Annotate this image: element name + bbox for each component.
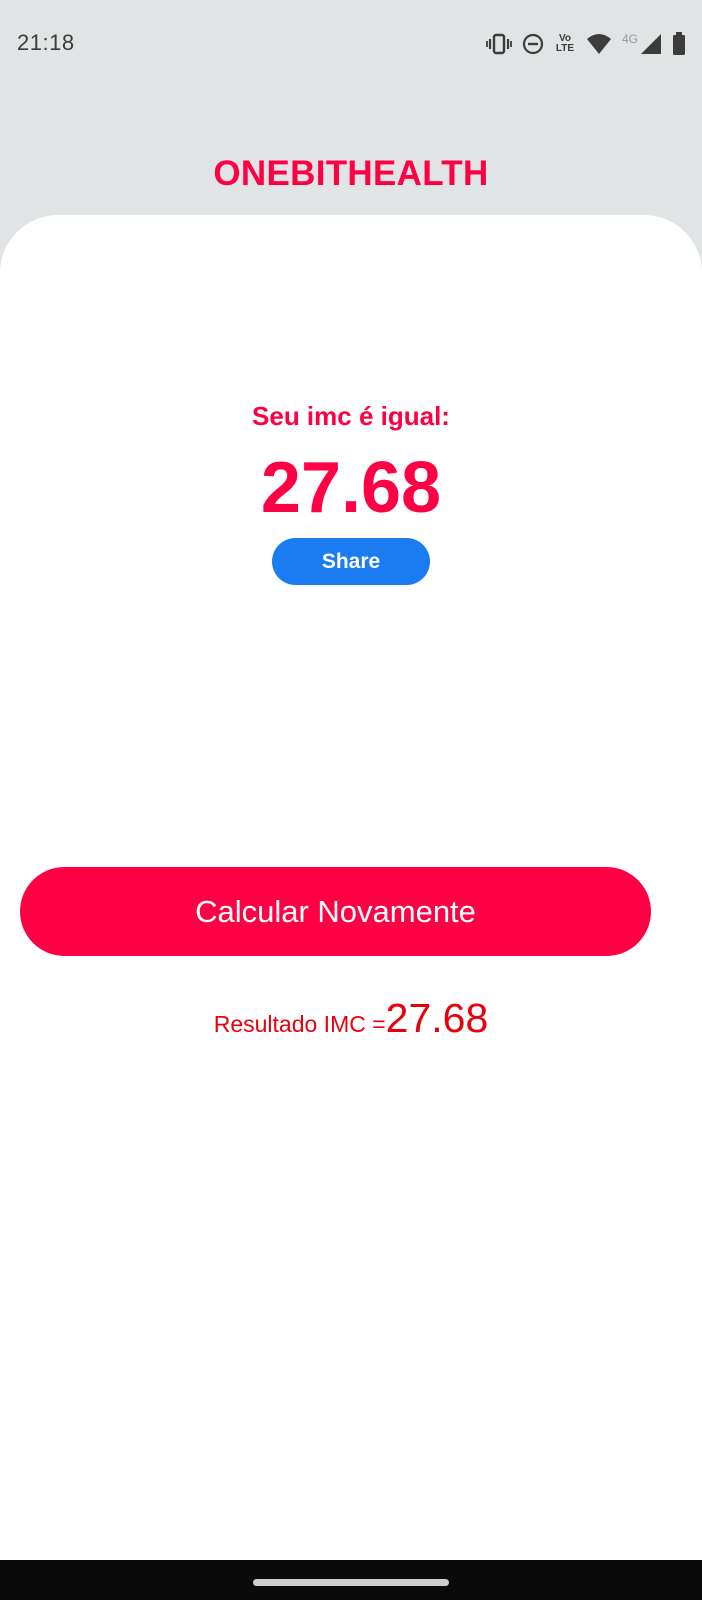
app-screen: 21:18 Vo LTE 4G ONEBITHEALTH Seu imc é i… bbox=[0, 0, 702, 1600]
wifi-icon bbox=[586, 33, 612, 55]
status-time: 21:18 bbox=[17, 30, 75, 55]
imc-summary-value: 27.68 bbox=[385, 995, 489, 1041]
share-button[interactable]: Share bbox=[272, 538, 430, 585]
calculate-again-button[interactable]: Calcular Novamente bbox=[20, 867, 651, 956]
vibrate-icon bbox=[486, 33, 512, 55]
volte-bottom-text: LTE bbox=[555, 43, 575, 54]
dnd-icon bbox=[522, 33, 544, 55]
result-card: Seu imc é igual: 27.68 Share Calcular No… bbox=[0, 215, 702, 1560]
navigation-bar bbox=[0, 1560, 702, 1600]
status-bar: 21:18 Vo LTE 4G bbox=[0, 0, 702, 88]
battery-icon bbox=[672, 32, 686, 56]
app-title: ONEBITHEALTH bbox=[213, 154, 489, 193]
home-gesture-handle[interactable] bbox=[253, 1579, 449, 1586]
imc-summary-prefix: Resultado IMC = bbox=[213, 1011, 386, 1037]
result-label: Seu imc é igual: bbox=[252, 401, 450, 431]
status-icons: Vo LTE 4G bbox=[486, 30, 686, 58]
imc-summary: Resultado IMC =27.68 bbox=[0, 995, 702, 1042]
volte-icon: Vo LTE bbox=[554, 34, 576, 54]
signal-icon bbox=[640, 33, 662, 55]
result-value: 27.68 bbox=[260, 448, 442, 528]
network-type-label: 4G bbox=[621, 32, 638, 46]
